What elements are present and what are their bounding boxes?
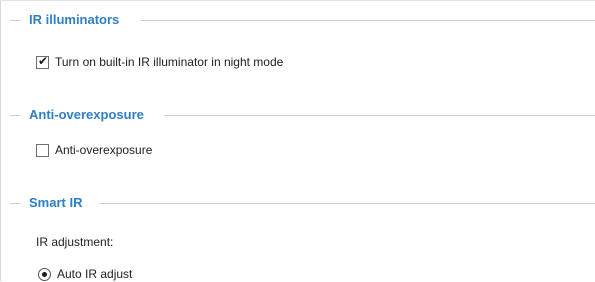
ir-adjustment-label: IR adjustment: bbox=[36, 235, 114, 249]
section-rule-left bbox=[10, 203, 21, 204]
ir-illuminator-checkbox[interactable]: ✔ bbox=[36, 53, 49, 69]
panel-top-border bbox=[0, 0, 595, 1]
section-rule-right bbox=[141, 20, 595, 21]
section-rule-right bbox=[164, 115, 595, 116]
section-title-ir-illuminators: IR illuminators bbox=[29, 12, 128, 28]
anti-overexposure-checkbox[interactable] bbox=[36, 143, 49, 157]
panel-left-border bbox=[0, 0, 1, 281]
auto-ir-adjust-radio[interactable] bbox=[38, 267, 51, 281]
section-header-anti-overexposure: Anti-overexposure bbox=[0, 105, 595, 125]
section-title-anti-overexposure: Anti-overexposure bbox=[29, 107, 152, 123]
anti-overexposure-label: Anti-overexposure bbox=[55, 143, 153, 157]
section-rule-left bbox=[10, 20, 21, 21]
section-rule-left bbox=[10, 115, 21, 116]
section-header-ir-illuminators: IR illuminators bbox=[0, 10, 595, 30]
section-rule-right bbox=[99, 203, 595, 204]
ir-illuminator-label: Turn on built-in IR illuminator in night… bbox=[55, 55, 284, 69]
section-title-smart-ir: Smart IR bbox=[29, 195, 91, 211]
ir-illuminator-option[interactable]: ✔ Turn on built-in IR illuminator in nig… bbox=[36, 54, 283, 70]
auto-ir-adjust-label: Auto IR adjust bbox=[57, 267, 133, 281]
section-header-smart-ir: Smart IR bbox=[0, 193, 595, 213]
radio-selected-dot bbox=[42, 271, 47, 277]
auto-ir-adjust-option[interactable]: Auto IR adjust bbox=[38, 266, 132, 282]
checkmark-icon: ✔ bbox=[38, 53, 49, 68]
anti-overexposure-option[interactable]: Anti-overexposure bbox=[36, 142, 152, 158]
